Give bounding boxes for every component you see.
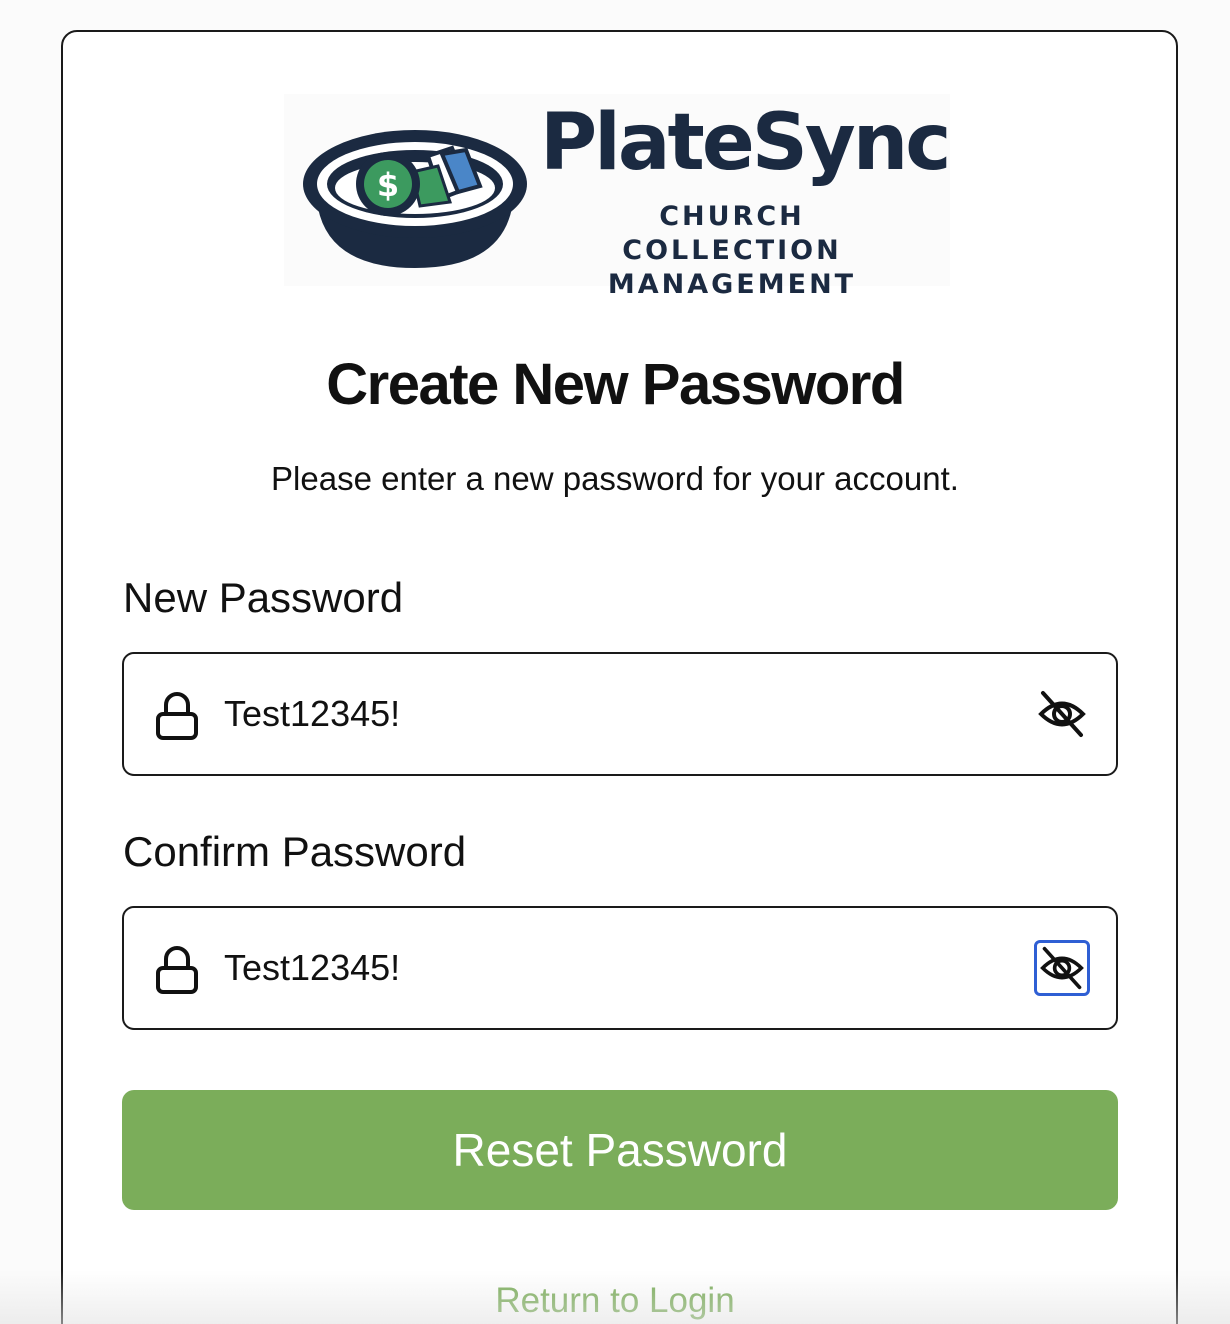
new-password-input[interactable]	[224, 682, 1004, 746]
eye-off-icon	[1038, 691, 1086, 737]
page-title: Create New Password	[326, 352, 905, 417]
confirm-password-label: Confirm Password	[123, 828, 467, 875]
reset-password-button[interactable]: Reset Password	[122, 1090, 1118, 1210]
toggle-new-password-visibility[interactable]	[1034, 686, 1090, 742]
eye-off-icon	[1040, 946, 1084, 990]
new-password-field	[122, 652, 1118, 776]
brand-tagline: CHURCH COLLECTION MANAGEMENT	[607, 201, 857, 300]
svg-text:$: $	[377, 166, 399, 204]
confirm-password-field	[122, 906, 1118, 1030]
new-password-label: New Password	[123, 574, 404, 621]
confirm-password-input[interactable]	[224, 936, 1004, 1000]
collection-plate-icon: $	[303, 130, 527, 268]
page: $ PlateSync CHURCH COLLECTION MANAGEMENT…	[0, 0, 1230, 1324]
dollar-coin-icon: $	[356, 152, 420, 216]
brand-name: PlateSync	[540, 98, 952, 188]
lock-icon	[156, 692, 198, 740]
return-to-login-link[interactable]: Return to Login	[0, 1278, 1230, 1324]
platesync-logo: $ PlateSync CHURCH COLLECTION MANAGEMENT	[284, 94, 952, 300]
toggle-confirm-password-visibility[interactable]	[1034, 940, 1090, 996]
page-subtitle: Please enter a new password for your acc…	[271, 460, 959, 497]
lock-icon	[156, 946, 198, 994]
